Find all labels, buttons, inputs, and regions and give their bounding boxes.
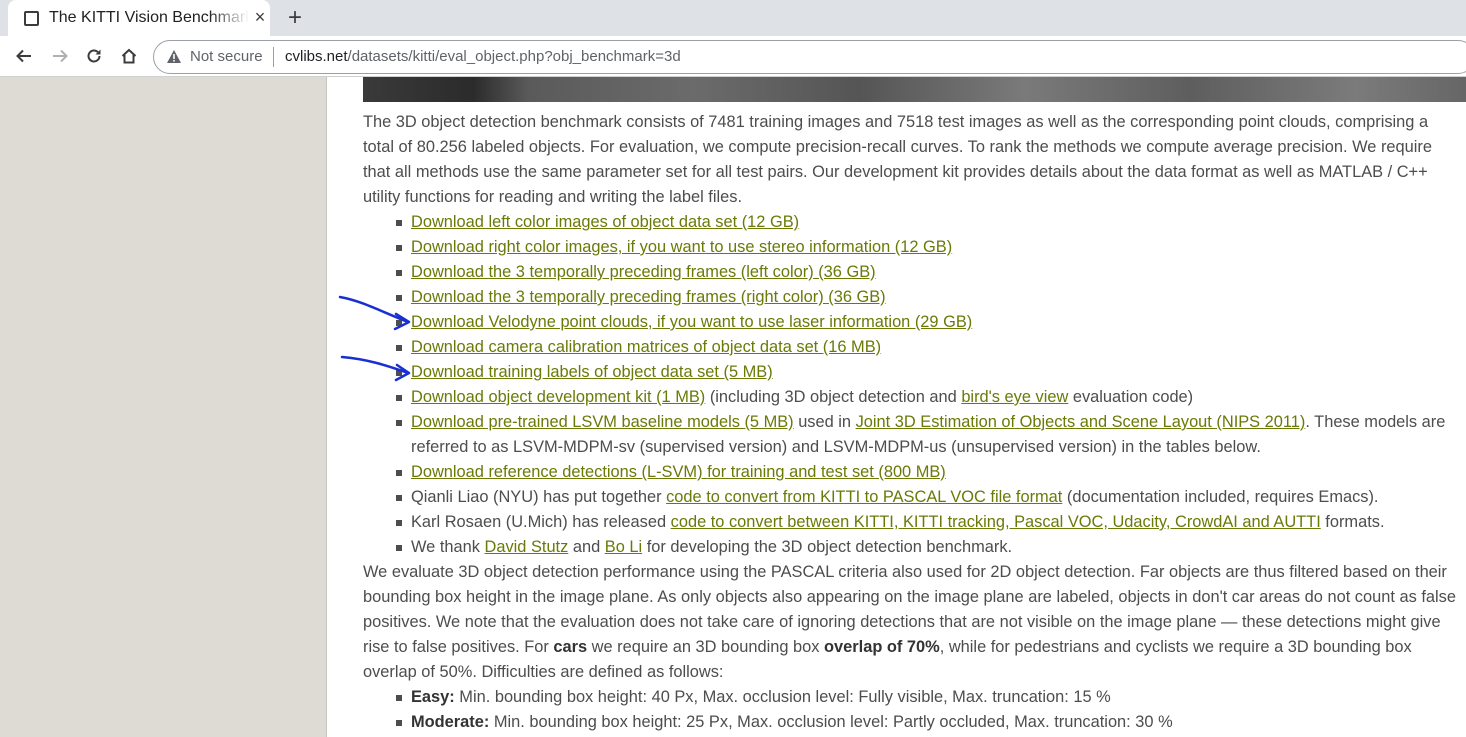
download-training-labels-link[interactable]: Download training labels of object data …	[411, 363, 773, 381]
intro-line: that all methods use the same parameter …	[363, 163, 1428, 181]
url-text[interactable]: cvlibs.net/datasets/kitti/eval_object.ph…	[285, 48, 681, 65]
eval-line: We evaluate 3D object detection performa…	[363, 563, 1447, 581]
list-item: Moderate: Min. bounding box height: 25 P…	[396, 710, 1466, 735]
divider	[273, 47, 274, 67]
tab-title: The KITTI Vision Benchmark Suite	[49, 9, 249, 26]
left-margin	[0, 77, 327, 737]
eval-line: overlap of 50%. Difficulties are defined…	[363, 663, 724, 681]
download-reference-detections-link[interactable]: Download reference detections (L-SVM) fo…	[411, 463, 946, 481]
download-lsvm-link[interactable]: Download pre-trained LSVM baseline model…	[411, 413, 794, 431]
download-right-color-link[interactable]: Download right color images, if you want…	[411, 238, 952, 256]
list-item: Download object development kit (1 MB) (…	[396, 385, 1466, 410]
qianli-text: (documentation included, requires Emacs)…	[1062, 488, 1379, 506]
list-item: Download right color images, if you want…	[396, 235, 1466, 260]
pascal-voc-converter-link[interactable]: code to convert from KITTI to PASCAL VOC…	[666, 488, 1062, 506]
karl-text: Karl Rosaen (U.Mich) has released	[411, 513, 671, 531]
browser-tab[interactable]: The KITTI Vision Benchmark Suite ×	[8, 0, 270, 36]
devkit-text: evaluation code)	[1068, 388, 1194, 406]
download-velodyne-link[interactable]: Download Velodyne point clouds, if you w…	[411, 313, 972, 331]
tab-strip: The KITTI Vision Benchmark Suite × +	[0, 0, 1466, 36]
page-icon	[24, 11, 39, 26]
eval-line: bounding box height in the image plane. …	[363, 588, 1456, 606]
difficulty-list: Easy: Min. bounding box height: 40 Px, M…	[363, 685, 1466, 735]
list-item: We thank David Stutz and Bo Li for devel…	[396, 535, 1466, 560]
warning-icon[interactable]	[166, 49, 182, 69]
eval-line: positives. We note that the evaluation d…	[363, 613, 1441, 631]
download-calibration-link[interactable]: Download camera calibration matrices of …	[411, 338, 881, 356]
download-devkit-link[interactable]: Download object development kit (1 MB)	[411, 388, 705, 406]
lsvm-text: used in	[793, 413, 856, 431]
list-item: Download Velodyne point clouds, if you w…	[396, 310, 1466, 335]
nips-paper-link[interactable]: Joint 3D Estimation of Objects and Scene…	[856, 413, 1306, 431]
page-content: The 3D object detection benchmark consis…	[0, 77, 1466, 737]
home-icon[interactable]	[117, 44, 141, 68]
list-item: Download left color images of object dat…	[396, 210, 1466, 235]
devkit-text: (including 3D object detection and	[705, 388, 962, 406]
thanks-text: and	[568, 538, 605, 556]
download-left-color-link[interactable]: Download left color images of object dat…	[411, 213, 799, 231]
list-item: Download camera calibration matrices of …	[396, 335, 1466, 360]
thanks-text: for developing the 3D object detection b…	[642, 538, 1013, 556]
lsvm-text: . These models are	[1305, 413, 1446, 431]
format-converter-link[interactable]: code to convert between KITTI, KITTI tra…	[671, 513, 1321, 531]
list-item: Qianli Liao (NYU) has put together code …	[396, 485, 1466, 510]
intro-line: The 3D object detection benchmark consis…	[363, 113, 1429, 131]
list-item: Easy: Min. bounding box height: 40 Px, M…	[396, 685, 1466, 710]
main-content: The 3D object detection benchmark consis…	[363, 110, 1466, 735]
qianli-text: Qianli Liao (NYU) has put together	[411, 488, 667, 506]
list-item: Download pre-trained LSVM baseline model…	[396, 410, 1466, 460]
david-stutz-link[interactable]: David Stutz	[485, 538, 569, 556]
list-item: Download the 3 temporally preceding fram…	[396, 260, 1466, 285]
reload-icon[interactable]	[82, 44, 106, 68]
back-arrow-icon[interactable]	[12, 44, 36, 68]
intro-line: total of 80.256 labeled objects. For eva…	[363, 138, 1432, 156]
download-preceding-right-link[interactable]: Download the 3 temporally preceding fram…	[411, 288, 886, 306]
lsvm-text: referred to as LSVM-MDPM-sv (supervised …	[411, 438, 1261, 456]
security-status[interactable]: Not secure	[190, 48, 263, 65]
bo-li-link[interactable]: Bo Li	[605, 538, 642, 556]
forward-arrow-icon[interactable]	[48, 44, 72, 68]
download-preceding-left-link[interactable]: Download the 3 temporally preceding fram…	[411, 263, 876, 281]
new-tab-button[interactable]: +	[282, 5, 308, 31]
karl-text: formats.	[1320, 513, 1385, 531]
list-item: Karl Rosaen (U.Mich) has released code t…	[396, 510, 1466, 535]
thanks-text: We thank	[411, 538, 485, 556]
download-list: Download left color images of object dat…	[363, 210, 1466, 560]
eval-line: rise to false positives. For cars we req…	[363, 638, 1412, 656]
list-item: Download training labels of object data …	[396, 360, 1466, 385]
intro-line: utility functions for reading and writin…	[363, 188, 743, 206]
browser-toolbar: Not secure cvlibs.net/datasets/kitti/eva…	[0, 36, 1466, 77]
birds-eye-view-link[interactable]: bird's eye view	[961, 388, 1068, 406]
list-item: Download reference detections (L-SVM) fo…	[396, 460, 1466, 485]
address-bar[interactable]: Not secure cvlibs.net/datasets/kitti/eva…	[153, 40, 1466, 74]
header-image	[363, 77, 1466, 102]
close-icon[interactable]: ×	[251, 8, 269, 26]
list-item: Download the 3 temporally preceding fram…	[396, 285, 1466, 310]
